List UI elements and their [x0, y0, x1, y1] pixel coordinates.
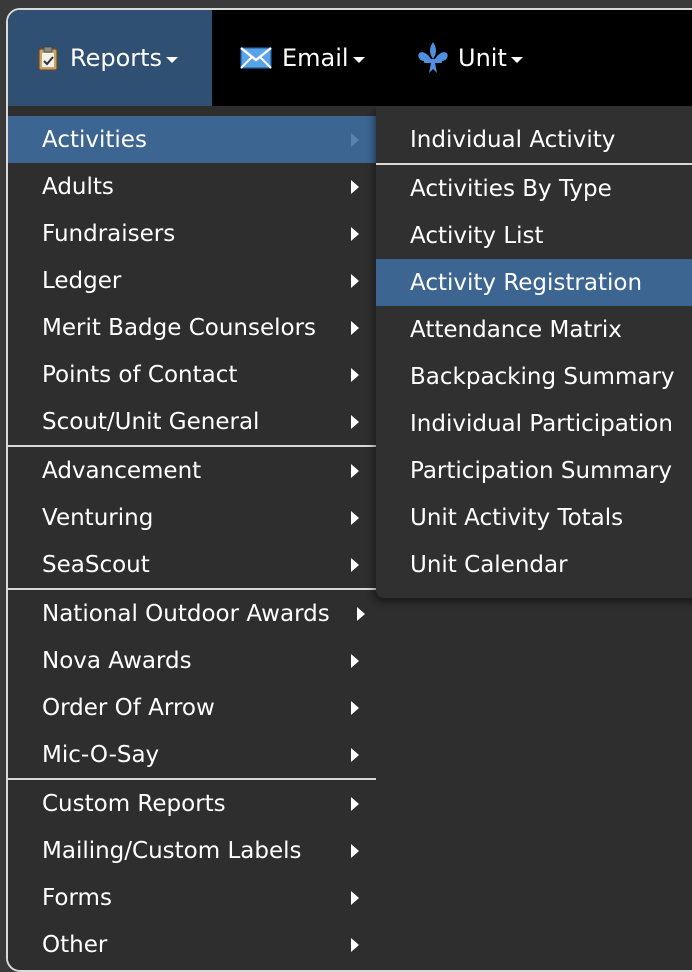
- unit-menu-button[interactable]: Unit: [414, 10, 523, 106]
- menu-item-advancement[interactable]: Advancement: [8, 447, 376, 494]
- menu-item-custom-reports[interactable]: Custom Reports: [8, 780, 376, 827]
- menu-item-label: Custom Reports: [42, 790, 226, 817]
- menu-item-merit-badge-counselors[interactable]: Merit Badge Counselors: [8, 304, 376, 351]
- email-menu-label: Email: [282, 44, 349, 72]
- envelope-icon: [240, 46, 272, 70]
- chevron-right-icon: [351, 747, 359, 762]
- menu-item-nova-awards[interactable]: Nova Awards: [8, 637, 376, 684]
- submenu-item-attendance-matrix[interactable]: Attendance Matrix: [376, 306, 692, 353]
- menu-item-forms[interactable]: Forms: [8, 874, 376, 921]
- chevron-right-icon: [351, 414, 359, 429]
- menu-item-label: Mailing/Custom Labels: [42, 837, 302, 864]
- menu-item-label: National Outdoor Awards: [42, 600, 330, 627]
- menu-item-label: SeaScout: [42, 551, 150, 578]
- chevron-right-icon: [351, 179, 359, 194]
- reports-menu-label: Reports: [70, 44, 163, 72]
- top-navbar: Reports Email Unit: [8, 10, 692, 106]
- menu-item-label: Advancement: [42, 457, 202, 484]
- chevron-right-icon: [351, 843, 359, 858]
- submenu-item-participation-summary[interactable]: Participation Summary: [376, 447, 692, 494]
- chevron-down-icon: [166, 56, 179, 63]
- menu-item-label: Activities: [42, 126, 147, 153]
- reports-dropdown: Activities Adults Fundraisers Ledger Mer…: [8, 106, 376, 970]
- submenu-item-individual-activity[interactable]: Individual Activity: [376, 116, 692, 163]
- menu-item-points-of-contact[interactable]: Points of Contact: [8, 351, 376, 398]
- clipboard-icon: [36, 45, 60, 71]
- menu-item-adults[interactable]: Adults: [8, 163, 376, 210]
- app-window: Reports Email Unit Activities Adults Fun…: [6, 8, 692, 972]
- menu-item-label: Fundraisers: [42, 220, 176, 247]
- menu-item-label: Points of Contact: [42, 361, 238, 388]
- menu-item-label: Scout/Unit General: [42, 408, 260, 435]
- menu-item-label: Other: [42, 931, 108, 958]
- menu-item-mailing-custom-labels[interactable]: Mailing/Custom Labels: [8, 827, 376, 874]
- fleur-de-lis-icon: [414, 40, 452, 76]
- menu-item-label: Ledger: [42, 267, 122, 294]
- chevron-right-icon: [351, 510, 359, 525]
- chevron-right-icon: [351, 557, 359, 572]
- submenu-item-activity-registration[interactable]: Activity Registration: [376, 259, 692, 306]
- submenu-item-label: Activity Registration: [410, 269, 643, 296]
- chevron-right-icon: [357, 606, 365, 621]
- menu-item-seascout[interactable]: SeaScout: [8, 541, 376, 588]
- submenu-item-activity-list[interactable]: Activity List: [376, 212, 692, 259]
- chevron-right-icon: [351, 320, 359, 335]
- chevron-right-icon: [351, 796, 359, 811]
- menu-item-mic-o-say[interactable]: Mic-O-Say: [8, 731, 376, 778]
- chevron-right-icon: [351, 653, 359, 668]
- submenu-item-label: Individual Participation: [410, 410, 673, 437]
- menu-item-label: Mic-O-Say: [42, 741, 160, 768]
- menu-item-activities[interactable]: Activities: [8, 116, 376, 163]
- chevron-right-icon: [351, 463, 359, 478]
- submenu-item-label: Individual Activity: [410, 126, 616, 153]
- chevron-down-icon: [352, 56, 365, 63]
- menu-item-order-of-arrow[interactable]: Order Of Arrow: [8, 684, 376, 731]
- chevron-right-icon: [351, 132, 359, 147]
- menu-item-ledger[interactable]: Ledger: [8, 257, 376, 304]
- submenu-item-label: Unit Activity Totals: [410, 504, 624, 531]
- submenu-item-individual-participation[interactable]: Individual Participation: [376, 400, 692, 447]
- menu-item-scout-unit-general[interactable]: Scout/Unit General: [8, 398, 376, 445]
- chevron-right-icon: [351, 890, 359, 905]
- menu-item-label: Forms: [42, 884, 112, 911]
- email-menu-button[interactable]: Email: [240, 10, 365, 106]
- chevron-right-icon: [351, 700, 359, 715]
- chevron-right-icon: [351, 367, 359, 382]
- activities-submenu: Individual Activity Activities By Type A…: [376, 106, 692, 598]
- menu-item-fundraisers[interactable]: Fundraisers: [8, 210, 376, 257]
- submenu-item-unit-calendar[interactable]: Unit Calendar: [376, 541, 692, 588]
- menu-item-label: Venturing: [42, 504, 154, 531]
- menu-item-label: Adults: [42, 173, 114, 200]
- submenu-item-activities-by-type[interactable]: Activities By Type: [376, 165, 692, 212]
- menu-item-label: Order Of Arrow: [42, 694, 215, 721]
- chevron-down-icon: [510, 56, 523, 63]
- menu-item-label: Nova Awards: [42, 647, 192, 674]
- reports-menu-button[interactable]: Reports: [8, 10, 212, 106]
- submenu-item-label: Activity List: [410, 222, 544, 249]
- menu-item-venturing[interactable]: Venturing: [8, 494, 376, 541]
- submenu-item-label: Activities By Type: [410, 175, 612, 202]
- submenu-item-label: Backpacking Summary: [410, 363, 675, 390]
- submenu-item-label: Participation Summary: [410, 457, 673, 484]
- chevron-right-icon: [351, 273, 359, 288]
- menu-item-other[interactable]: Other: [8, 921, 376, 968]
- submenu-item-unit-activity-totals[interactable]: Unit Activity Totals: [376, 494, 692, 541]
- chevron-right-icon: [351, 226, 359, 241]
- menu-item-label: Merit Badge Counselors: [42, 314, 317, 341]
- unit-menu-label: Unit: [458, 44, 507, 72]
- submenu-item-label: Unit Calendar: [410, 551, 568, 578]
- chevron-right-icon: [351, 937, 359, 952]
- menu-item-national-outdoor-awards[interactable]: National Outdoor Awards: [8, 590, 376, 637]
- submenu-item-label: Attendance Matrix: [410, 316, 622, 343]
- submenu-item-backpacking-summary[interactable]: Backpacking Summary: [376, 353, 692, 400]
